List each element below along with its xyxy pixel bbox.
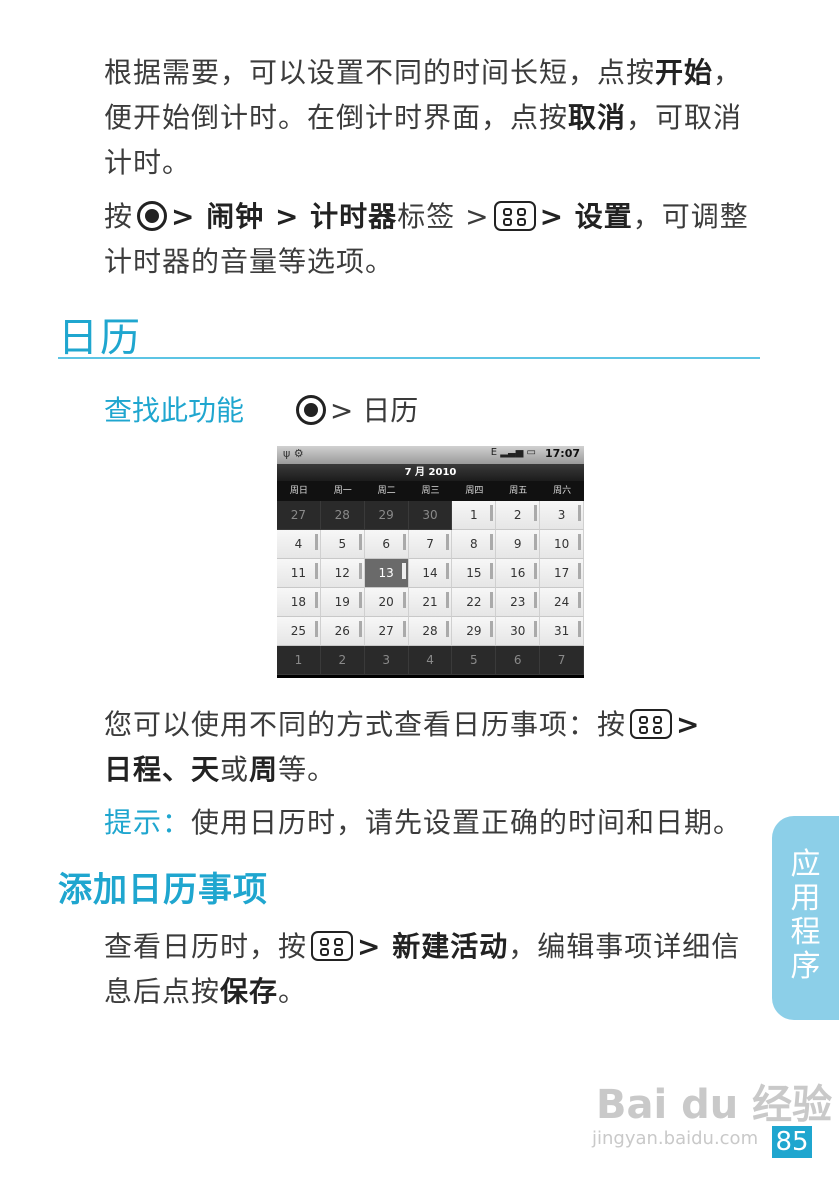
calendar-day[interactable]: 18 [277, 588, 321, 617]
calendar-day[interactable]: 7 [540, 646, 584, 675]
find-feature-label: 查找此功能 [104, 394, 245, 427]
calendar-day[interactable]: 15 [452, 559, 497, 588]
calendar-day[interactable]: 19 [320, 588, 365, 617]
status-bar: ψ ⚙ E ▂▃▅ ▭ 17:07 [277, 446, 584, 464]
weekday-label: 周一 [333, 486, 352, 496]
calendar-day[interactable]: 9 [496, 530, 541, 559]
paragraph-timer-start: 根据需要，可以设置不同的时间长短，点按开始，便开始倒计时。在倒计时界面，点按取消… [104, 56, 743, 179]
calendar-day[interactable]: 25 [277, 617, 321, 646]
subsection-title: 添加日历事项 [58, 870, 268, 910]
calendar-screenshot: ψ ⚙ E ▂▃▅ ▭ 17:07 7 月 2010 周日 周一 周二 周三 周… [277, 446, 584, 678]
calendar-day[interactable]: 17 [540, 559, 584, 588]
calendar-week-row: 27 28 29 30 1 2 3 [277, 501, 584, 530]
calendar-day[interactable]: 30 [408, 501, 453, 530]
calendar-day[interactable]: 22 [452, 588, 497, 617]
calendar-day[interactable]: 29 [452, 617, 497, 646]
calendar-day[interactable]: 31 [540, 617, 584, 646]
home-key-icon [295, 395, 326, 425]
find-feature-row: 查找此功能 > 日历 [104, 388, 418, 433]
calendar-day[interactable]: 8 [452, 530, 497, 559]
calendar-week-row: 25 26 27 28 29 30 31 [277, 617, 584, 646]
paragraph-timer-settings: 按 > 闹钟 > 计时器标签 > > 设置，可调整计时器的音量等选项。 [104, 200, 749, 278]
calendar-day[interactable]: 6 [364, 530, 409, 559]
usb-settings-icons: ψ ⚙ [283, 447, 304, 460]
calendar-day[interactable]: 7 [408, 530, 453, 559]
tip: 提示：使用日历时，请先设置正确的时间和日期。 [104, 806, 743, 839]
calendar-week-row: 4 5 6 7 8 9 10 [277, 530, 584, 559]
calendar-day[interactable]: 30 [496, 617, 541, 646]
menu-key-icon [311, 931, 354, 961]
calendar-day[interactable]: 11 [277, 559, 321, 588]
chapter-side-tab: 应用程序 [772, 816, 839, 1020]
calendar-day[interactable]: 5 [452, 646, 497, 675]
calendar-day[interactable]: 6 [496, 646, 541, 675]
weekday-label: 周日 [289, 486, 308, 496]
tip-label: 提示： [104, 806, 192, 839]
menu-key-icon [630, 709, 673, 739]
paragraph-calendar-views: 您可以使用不同的方式查看日历事项：按 > 日程、天或周等。 [104, 708, 701, 786]
paragraph-add-event: 查看日历时，按 > 新建活动，编辑事项详细信息后点按保存。 [104, 930, 741, 1008]
calendar-day[interactable]: 4 [408, 646, 453, 675]
calendar-day[interactable]: 5 [320, 530, 365, 559]
calendar-day[interactable]: 10 [540, 530, 584, 559]
weekday-header: 周日 周一 周二 周三 周四 周五 周六 [277, 481, 584, 501]
calendar-day[interactable]: 14 [408, 559, 453, 588]
find-feature-path: > 日历 [329, 394, 419, 427]
calendar-day[interactable]: 27 [364, 617, 409, 646]
calendar-week-row: 11 12 13 14 15 16 17 [277, 559, 584, 588]
calendar-day[interactable]: 24 [540, 588, 584, 617]
calendar-day[interactable]: 23 [496, 588, 541, 617]
menu-key-icon [493, 201, 536, 231]
page-number: 85 [772, 1126, 812, 1158]
calendar-day[interactable]: 1 [452, 501, 497, 530]
baidu-watermark-logo: Bai du 经验 [596, 1082, 833, 1128]
calendar-day-today[interactable]: 13 [364, 559, 409, 588]
calendar-grid: 27 28 29 30 1 2 3 4 5 6 7 8 9 10 11 12 1… [277, 501, 584, 675]
month-title[interactable]: 7 月 2010 [277, 464, 584, 481]
chapter-side-tab-label: 应用程序 [790, 847, 821, 984]
section-divider [58, 357, 760, 359]
calendar-day[interactable]: 20 [364, 588, 409, 617]
calendar-day[interactable]: 21 [408, 588, 453, 617]
weekday-label: 周六 [553, 486, 572, 496]
weekday-label: 周二 [377, 486, 396, 496]
calendar-week-row: 1 2 3 4 5 6 7 [277, 646, 584, 675]
weekday-label: 周四 [465, 486, 484, 496]
section-title: 日历 [58, 315, 142, 361]
weekday-label: 周五 [509, 486, 528, 496]
calendar-day[interactable]: 2 [320, 646, 365, 675]
calendar-day[interactable]: 3 [364, 646, 409, 675]
calendar-day[interactable]: 26 [320, 617, 365, 646]
calendar-day[interactable]: 2 [496, 501, 541, 530]
status-time: 17:07 [544, 447, 580, 460]
calendar-week-row: 18 19 20 21 22 23 24 [277, 588, 584, 617]
signal-battery-icons: E ▂▃▅ ▭ [490, 447, 536, 458]
weekday-label: 周三 [421, 486, 440, 496]
calendar-day[interactable]: 29 [364, 501, 409, 530]
baidu-watermark-url: jingyan.baidu.com [592, 1128, 759, 1149]
calendar-day[interactable]: 27 [277, 501, 321, 530]
calendar-day[interactable]: 28 [320, 501, 365, 530]
calendar-day[interactable]: 1 [277, 646, 321, 675]
calendar-day[interactable]: 28 [408, 617, 453, 646]
home-key-icon [137, 201, 168, 231]
calendar-day[interactable]: 4 [277, 530, 321, 559]
calendar-day[interactable]: 3 [540, 501, 584, 530]
calendar-day[interactable]: 12 [320, 559, 365, 588]
calendar-day[interactable]: 16 [496, 559, 541, 588]
